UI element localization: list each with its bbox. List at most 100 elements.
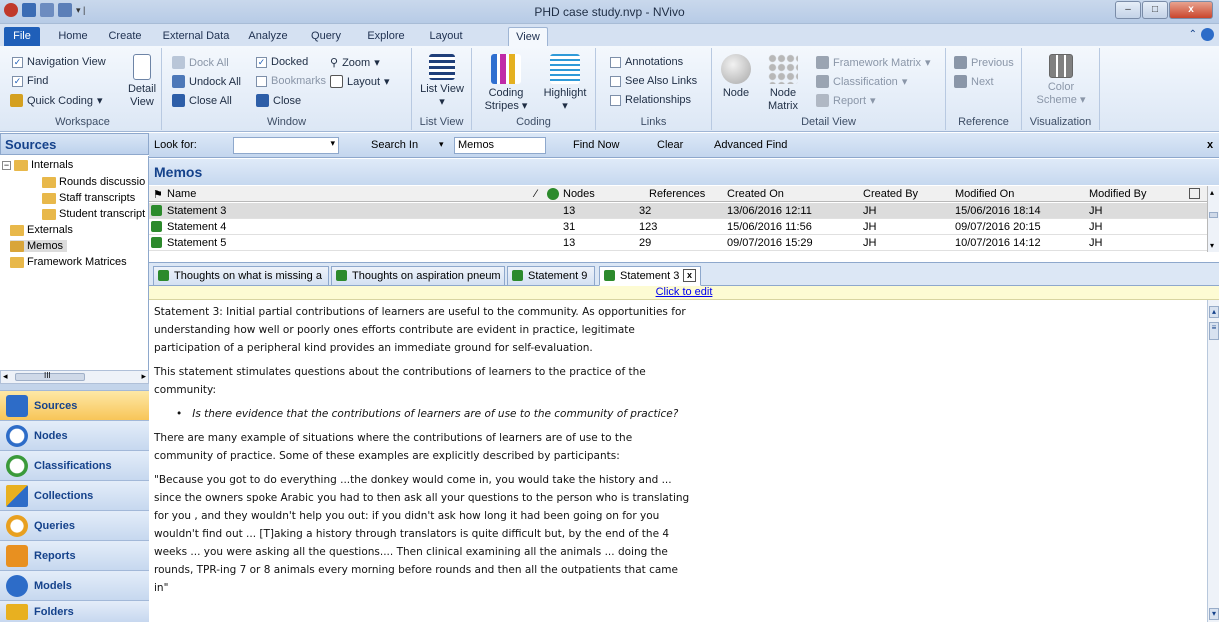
coding-stripes-button[interactable]: Coding Stripes ▾ <box>480 54 532 113</box>
table-row[interactable]: Statement 4 31 123 15/06/2016 11:56 JH 0… <box>149 219 1207 235</box>
group-list-view: List View ▾ List View <box>412 48 472 130</box>
framework-matrix-button[interactable]: Framework Matrix ▾ <box>816 56 931 69</box>
quick-coding-button[interactable]: Quick Coding ▾ <box>10 94 103 107</box>
nav-collections[interactable]: Collections <box>0 480 149 510</box>
grid-vertical-scrollbar[interactable]: ▴ ▾ <box>1207 186 1219 252</box>
tree-item-rounds-discussion[interactable]: Rounds discussio <box>42 176 145 188</box>
undock-all-button[interactable]: Undock All <box>172 75 241 88</box>
tree-item-student-transcripts[interactable]: Student transcript <box>42 208 145 220</box>
scroll-up-icon[interactable]: ▴ <box>1209 306 1219 318</box>
node-button[interactable]: Node <box>718 54 754 100</box>
previous-button[interactable]: Previous <box>954 56 1014 69</box>
close-tab-button[interactable]: x <box>683 269 696 282</box>
next-button[interactable]: Next <box>954 75 994 88</box>
close-all-button[interactable]: Close All <box>172 94 232 107</box>
annotations-toggle[interactable]: Annotations <box>610 56 683 68</box>
tab-layout[interactable]: Layout <box>418 27 474 46</box>
tree-item-externals[interactable]: Externals <box>10 224 73 236</box>
folder-icon <box>14 159 28 171</box>
memo-document[interactable]: Statement 3: Initial partial contributio… <box>149 300 1207 622</box>
tab-home[interactable]: Home <box>48 27 98 46</box>
tree-item-framework-matrices[interactable]: Framework Matrices <box>10 256 127 268</box>
nodes-icon <box>6 424 28 447</box>
nav-queries[interactable]: Queries <box>0 510 149 540</box>
doc-tab-statement-3[interactable]: Statement 3 x <box>599 266 701 286</box>
table-row[interactable]: Statement 5 13 29 09/07/2016 15:29 JH 10… <box>149 235 1207 251</box>
nav-sources[interactable]: Sources <box>0 390 149 420</box>
tree-horizontal-scrollbar[interactable]: ◂ III ▸ <box>0 370 149 384</box>
scroll-right-icon[interactable]: ▸ <box>141 371 146 382</box>
nav-models[interactable]: Models <box>0 570 149 600</box>
nav-reports[interactable]: Reports <box>0 540 149 570</box>
scroll-thumb[interactable]: ≡ <box>1209 322 1219 340</box>
report-button[interactable]: Report ▾ <box>816 94 876 107</box>
clear-button[interactable]: Clear <box>657 139 683 151</box>
column-header-created-on[interactable]: Created On <box>727 188 784 200</box>
classification-button[interactable]: Classification ▾ <box>816 75 907 88</box>
dock-all-button[interactable]: Dock All <box>172 56 229 69</box>
tab-create[interactable]: Create <box>100 27 150 46</box>
maximize-button[interactable]: □ <box>1142 1 1168 19</box>
nav-nodes[interactable]: Nodes <box>0 420 149 450</box>
help-icon[interactable] <box>1201 28 1214 41</box>
look-for-input[interactable]: ▾ <box>233 137 339 154</box>
find-toggle[interactable]: ✓ Find <box>12 75 48 87</box>
tree-item-memos[interactable]: Memos <box>10 240 68 252</box>
doc-tab-statement-9[interactable]: Statement 9 <box>507 266 595 286</box>
tab-external-data[interactable]: External Data <box>154 27 238 46</box>
classification-icon <box>816 75 829 88</box>
docked-toggle[interactable]: ✓ Docked <box>256 56 308 68</box>
close-find-bar-button[interactable]: x <box>1207 139 1213 151</box>
highlight-button[interactable]: Highlight ▾ <box>538 54 592 113</box>
navigation-view-toggle[interactable]: ✓ Navigation View <box>12 56 106 68</box>
column-header-modified-by[interactable]: Modified By <box>1089 188 1146 200</box>
column-chooser-icon[interactable] <box>1189 188 1200 199</box>
tab-view[interactable]: View <box>508 27 548 46</box>
scroll-thumb[interactable]: III <box>15 371 85 381</box>
tree-item-internals[interactable]: − Internals <box>2 159 73 171</box>
search-in-button[interactable]: Search In <box>371 139 418 151</box>
relationships-toggle[interactable]: Relationships <box>610 94 691 106</box>
color-scheme-button[interactable]: Color Scheme ▾ <box>1030 54 1092 107</box>
doc-tab-thoughts-missing[interactable]: Thoughts on what is missing a <box>153 266 329 286</box>
tab-query[interactable]: Query <box>298 27 354 46</box>
table-row[interactable]: Statement 3 13 32 13/06/2016 12:11 JH 15… <box>149 203 1207 219</box>
document-vertical-scrollbar[interactable]: ▴ ≡ ▾ <box>1207 300 1219 622</box>
column-header-created-by[interactable]: Created By <box>863 188 918 200</box>
close-button[interactable]: x <box>1169 1 1213 19</box>
find-now-button[interactable]: Find Now <box>573 139 619 151</box>
tab-explore[interactable]: Explore <box>356 27 416 46</box>
sort-icon: ⁄ <box>535 188 537 200</box>
advanced-find-button[interactable]: Advanced Find <box>714 139 787 151</box>
report-icon <box>816 94 829 107</box>
tree-item-staff-transcripts[interactable]: Staff transcripts <box>42 192 135 204</box>
column-header-name[interactable]: Name <box>167 188 196 200</box>
bookmarks-toggle[interactable]: Bookmarks <box>256 75 326 87</box>
detail-view-button[interactable]: Detail View <box>126 54 158 109</box>
minimize-ribbon-icon[interactable]: ⌃ <box>1189 29 1197 40</box>
minimize-button[interactable]: – <box>1115 1 1141 19</box>
sources-pane-title: Sources <box>0 133 149 155</box>
scroll-down-icon[interactable]: ▾ <box>1209 608 1219 620</box>
framework-matrices-folder-icon <box>10 256 24 268</box>
column-header-references[interactable]: References <box>649 188 705 200</box>
see-also-links-toggle[interactable]: See Also Links <box>610 75 697 87</box>
search-in-field[interactable]: Memos <box>454 137 546 154</box>
column-header-modified-on[interactable]: Modified On <box>955 188 1014 200</box>
ribbon-tabs: File Home Create External Data Analyze Q… <box>0 24 1219 46</box>
doc-tab-thoughts-aspiration[interactable]: Thoughts on aspiration pneum <box>331 266 505 286</box>
memo-icon <box>604 270 615 281</box>
node-matrix-button[interactable]: Node Matrix <box>760 54 806 113</box>
close-window-button[interactable]: Close <box>256 94 301 107</box>
nav-classifications[interactable]: Classifications <box>0 450 149 480</box>
scroll-left-icon[interactable]: ◂ <box>3 371 8 382</box>
list-view-button[interactable]: List View ▾ <box>416 54 468 109</box>
layout-button[interactable]: Layout ▾ <box>330 75 390 88</box>
zoom-button[interactable]: ⚲ Zoom ▾ <box>330 56 380 70</box>
search-in-dropdown-icon[interactable]: ▾ <box>439 139 444 150</box>
nav-folders[interactable]: Folders <box>0 600 149 622</box>
tab-analyze[interactable]: Analyze <box>240 27 296 46</box>
click-to-edit-link[interactable]: Click to edit <box>656 286 713 298</box>
tab-file[interactable]: File <box>4 27 40 46</box>
column-header-nodes[interactable]: Nodes <box>563 188 595 200</box>
